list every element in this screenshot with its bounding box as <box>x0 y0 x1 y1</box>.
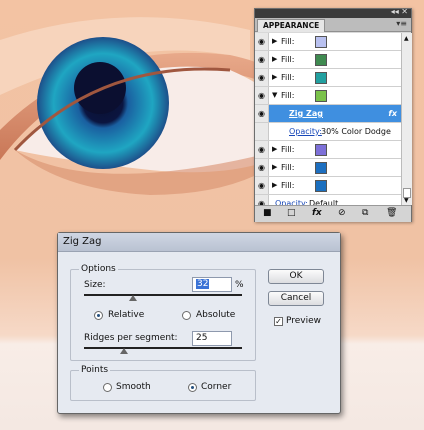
size-input-value: 32 <box>196 279 210 289</box>
clear-icon[interactable]: ⊘ <box>338 208 346 218</box>
fill-swatch[interactable] <box>315 72 327 84</box>
fill-row[interactable]: ◉ ▶ Fill: <box>255 51 401 69</box>
panel-collapse-close-icon[interactable]: ◂◂ ✕ <box>391 7 408 16</box>
scroll-up-icon[interactable]: ▲ <box>404 35 409 42</box>
fill-label: Fill: <box>281 181 295 190</box>
expand-triangle-icon[interactable]: ▶ <box>272 159 277 176</box>
collapse-triangle-icon[interactable]: ▼ <box>272 87 277 104</box>
opacity-value: 30% Color Dodge <box>321 127 391 136</box>
fill-row[interactable]: ◉ ▶ Fill: <box>255 141 401 159</box>
fill-label: Fill: <box>281 145 295 154</box>
effect-label[interactable]: Zig Zag <box>289 105 323 122</box>
relative-radio[interactable] <box>94 311 103 320</box>
dialog-title[interactable]: Zig Zag <box>58 233 340 252</box>
visibility-eye-icon[interactable]: ◉ <box>255 51 269 68</box>
expand-triangle-icon[interactable]: ▶ <box>272 51 277 68</box>
preview-label[interactable]: Preview <box>286 316 321 326</box>
visibility-eye-icon[interactable] <box>255 123 269 140</box>
fill-label: Fill: <box>281 163 295 172</box>
fill-row[interactable]: ◉ ▶ Fill: <box>255 177 401 195</box>
ok-button[interactable]: OK <box>268 269 324 284</box>
fill-label: Fill: <box>281 73 295 82</box>
appearance-list: ◉ ▶ Fill: ◉ ▶ Fill: ◉ ▶ Fill: ◉ ▼ Fill: … <box>255 33 401 213</box>
tab-appearance[interactable]: APPEARANCE <box>257 19 326 32</box>
fill-row-expanded[interactable]: ◉ ▼ Fill: <box>255 87 401 105</box>
size-input[interactable]: 32 <box>192 277 232 292</box>
fill-swatch[interactable] <box>315 90 327 102</box>
visibility-eye-icon[interactable]: ◉ <box>255 105 269 122</box>
visibility-eye-icon[interactable]: ◉ <box>255 141 269 158</box>
fill-label: Fill: <box>281 91 295 100</box>
scroll-down-icon[interactable]: ▼ <box>404 197 409 204</box>
panel-tabrow: APPEARANCE ▾≡ <box>255 18 411 32</box>
appearance-panel: ◂◂ ✕ APPEARANCE ▾≡ ◉ ▶ Fill: ◉ ▶ Fill: ◉… <box>254 7 412 222</box>
zigzag-dialog: Zig Zag Options Size: 32 % Relative Abso… <box>57 232 341 414</box>
expand-triangle-icon[interactable]: ▶ <box>272 69 277 86</box>
preview-checkbox[interactable]: ✓ <box>274 317 283 326</box>
fill-swatch[interactable] <box>315 36 327 48</box>
panel-bottom-toolbar: ■ □ fx ⊘ ⧉ 🗑 <box>255 205 411 222</box>
fill-label: Fill: <box>281 55 295 64</box>
visibility-eye-icon[interactable]: ◉ <box>255 159 269 176</box>
new-art-icon[interactable]: ■ <box>263 208 272 218</box>
size-unit: % <box>235 280 244 290</box>
expand-triangle-icon[interactable]: ▶ <box>272 33 277 50</box>
duplicate-icon[interactable]: ⧉ <box>362 208 368 218</box>
ridges-label: Ridges per segment: <box>84 333 178 343</box>
panel-scrollbar[interactable]: ▲ ▼ <box>401 33 412 205</box>
visibility-eye-icon[interactable]: ◉ <box>255 87 269 104</box>
ridges-slider-track[interactable] <box>84 347 242 349</box>
ridges-input[interactable]: 25 <box>192 331 232 346</box>
opacity-link[interactable]: Opacity: <box>289 123 322 140</box>
fill-swatch[interactable] <box>315 162 327 174</box>
fill-swatch[interactable] <box>315 144 327 156</box>
clear-appearance-icon[interactable]: □ <box>287 208 296 218</box>
panel-titlebar[interactable]: ◂◂ ✕ <box>255 7 411 18</box>
fill-row[interactable]: ◉ ▶ Fill: <box>255 69 401 87</box>
fill-row[interactable]: ◉ ▶ Fill: <box>255 33 401 51</box>
opacity-row[interactable]: Opacity: 30% Color Dodge <box>255 123 401 141</box>
absolute-label[interactable]: Absolute <box>196 310 235 320</box>
ridges-slider-thumb[interactable] <box>120 348 128 354</box>
visibility-eye-icon[interactable]: ◉ <box>255 177 269 194</box>
expand-triangle-icon[interactable]: ▶ <box>272 177 277 194</box>
fx-icon[interactable]: fx <box>388 105 397 122</box>
fill-swatch[interactable] <box>315 54 327 66</box>
panel-menu-icon[interactable]: ▾≡ <box>396 19 407 28</box>
add-effect-icon[interactable]: fx <box>312 208 322 218</box>
expand-triangle-icon[interactable]: ▶ <box>272 141 277 158</box>
trash-icon[interactable]: 🗑 <box>386 208 397 218</box>
visibility-eye-icon[interactable]: ◉ <box>255 69 269 86</box>
size-slider-thumb[interactable] <box>129 295 137 301</box>
fill-label: Fill: <box>281 37 295 46</box>
fill-row[interactable]: ◉ ▶ Fill: <box>255 159 401 177</box>
size-label: Size: <box>84 280 106 290</box>
absolute-radio[interactable] <box>182 311 191 320</box>
points-legend: Points <box>81 365 109 375</box>
fill-swatch[interactable] <box>315 180 327 192</box>
relative-label[interactable]: Relative <box>108 310 144 320</box>
effect-row-zigzag[interactable]: ◉ Zig Zag fx <box>255 105 401 123</box>
size-slider-track[interactable] <box>84 294 242 296</box>
visibility-eye-icon[interactable]: ◉ <box>255 33 269 50</box>
corner-radio[interactable] <box>188 383 197 392</box>
smooth-label[interactable]: Smooth <box>116 382 151 392</box>
options-legend: Options <box>81 264 116 274</box>
corner-label[interactable]: Corner <box>201 382 231 392</box>
cancel-button[interactable]: Cancel <box>268 291 324 306</box>
smooth-radio[interactable] <box>103 383 112 392</box>
